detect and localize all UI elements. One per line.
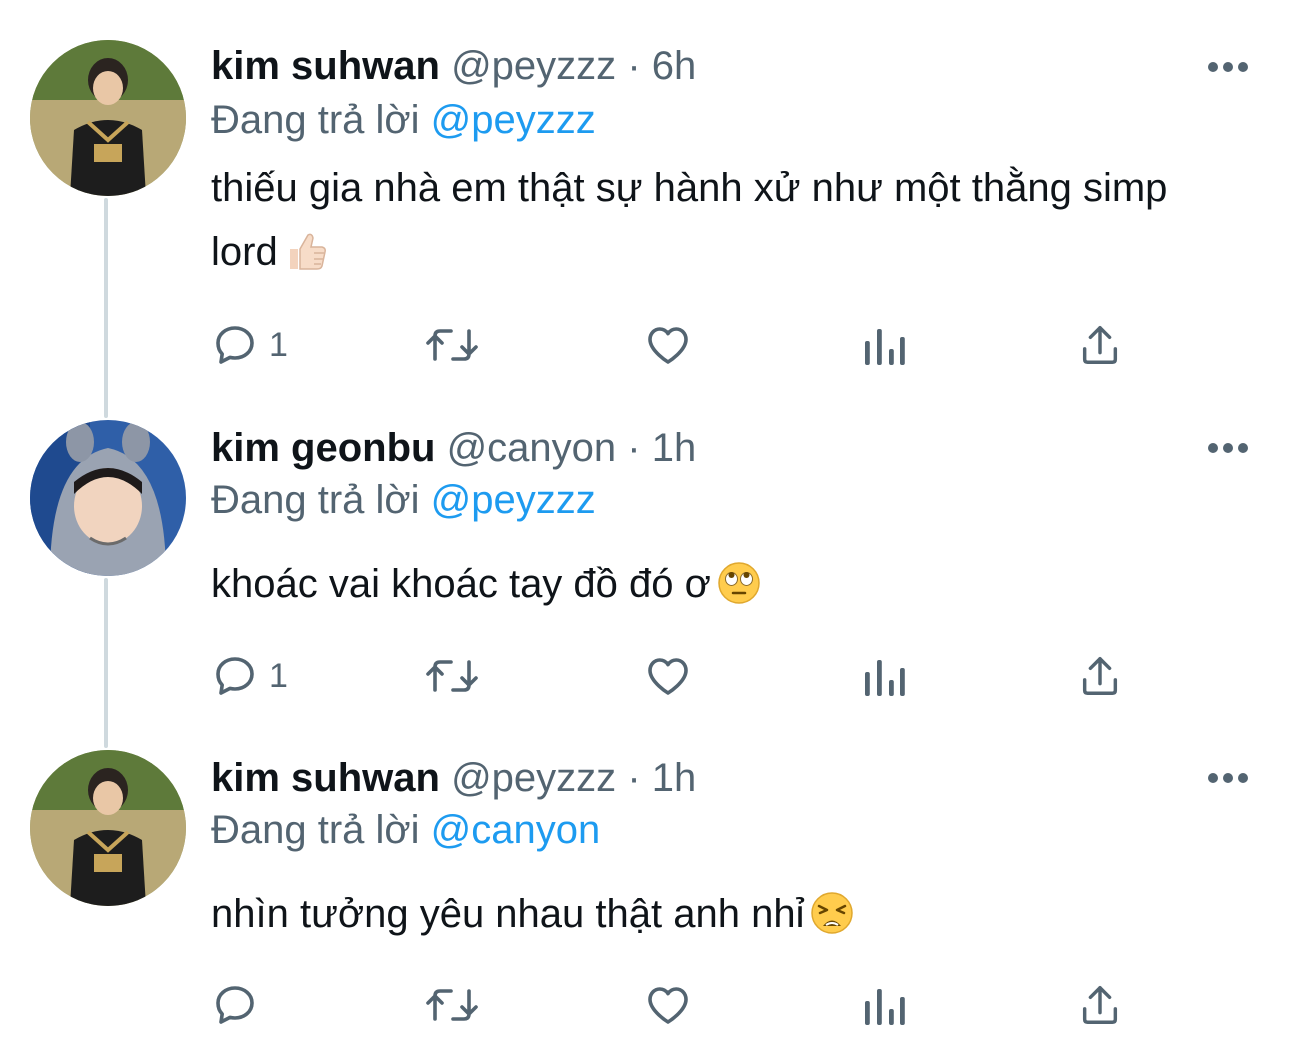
tweet-text-content: khoác vai khoác tay đồ đó ơ: [211, 562, 711, 606]
like-icon: [648, 327, 688, 364]
replying-to: Đang trả lời @peyzzz: [211, 476, 596, 524]
tweet-text: thiếu gia nhà em thật sự hành xử như một…: [211, 156, 1171, 284]
display-name[interactable]: kim suhwan: [211, 44, 440, 88]
like-button[interactable]: [643, 980, 693, 1030]
like-button[interactable]: [643, 320, 693, 370]
display-name[interactable]: kim suhwan: [211, 756, 440, 800]
mention-link[interactable]: @peyzzz: [431, 478, 596, 522]
retweet-icon: [426, 329, 478, 361]
share-button[interactable]: [1077, 651, 1123, 701]
timestamp[interactable]: 1h: [652, 426, 697, 470]
timestamp[interactable]: 6h: [652, 44, 697, 88]
reply-icon: [216, 657, 254, 695]
thread-line: [104, 578, 108, 748]
tweet-actions: [211, 980, 1131, 1030]
tweet-actions: 1: [211, 320, 1131, 370]
views-button[interactable]: [861, 980, 907, 1030]
reply-icon: [216, 986, 254, 1024]
timestamp[interactable]: 1h: [652, 756, 697, 800]
thumbs-up-emoji: [284, 228, 328, 272]
retweet-button[interactable]: [425, 980, 479, 1030]
separator-dot: ·: [627, 44, 641, 88]
reply-button[interactable]: [211, 980, 269, 1030]
views-icon: [865, 660, 905, 696]
avatar[interactable]: [30, 420, 186, 576]
tweet-text-content: thiếu gia nhà em thật sự hành xử như một…: [211, 166, 1168, 274]
views-button[interactable]: [861, 320, 907, 370]
share-icon: [1082, 657, 1118, 695]
share-icon: [1082, 986, 1118, 1024]
separator-dot: ·: [627, 756, 641, 800]
share-button[interactable]: [1077, 980, 1123, 1030]
user-handle[interactable]: @canyon: [447, 426, 617, 470]
reply-icon: [216, 326, 254, 364]
tweet-header: kim geonbu @canyon · 1h: [211, 424, 696, 472]
tweet-text: nhìn tưởng yêu nhau thật anh nhỉ: [211, 882, 1211, 946]
more-icon[interactable]: [1206, 438, 1250, 458]
reply-button[interactable]: 1: [211, 320, 288, 370]
avatar[interactable]: [30, 40, 186, 196]
share-button[interactable]: [1077, 320, 1123, 370]
replying-to-label: Đang trả lời: [211, 478, 420, 522]
retweet-button[interactable]: [425, 320, 479, 370]
views-icon: [865, 989, 905, 1025]
retweet-icon: [426, 660, 478, 692]
replying-to: Đang trả lời @peyzzz: [211, 96, 596, 144]
replying-to-label: Đang trả lời: [211, 808, 420, 852]
reply-count: 1: [269, 657, 288, 695]
reply-count: 1: [269, 326, 288, 364]
tweet-text-content: nhìn tưởng yêu nhau thật anh nhỉ: [211, 892, 805, 936]
user-handle[interactable]: @peyzzz: [451, 44, 616, 88]
more-icon[interactable]: [1206, 768, 1250, 788]
tweet-actions: 1: [211, 651, 1131, 701]
replying-to: Đang trả lời @canyon: [211, 806, 600, 854]
mention-link[interactable]: @canyon: [431, 808, 601, 852]
share-icon: [1082, 326, 1118, 364]
avatar[interactable]: [30, 750, 186, 906]
like-icon: [648, 658, 688, 695]
tweet-header: kim suhwan @peyzzz · 6h: [211, 42, 696, 90]
like-button[interactable]: [643, 651, 693, 701]
replying-to-label: Đang trả lời: [211, 98, 420, 142]
mention-link[interactable]: @peyzzz: [431, 98, 596, 142]
eye-roll-emoji: [717, 560, 761, 605]
separator-dot: ·: [627, 426, 641, 470]
weary-face-emoji: [810, 890, 854, 935]
views-icon: [865, 329, 905, 365]
retweet-icon: [426, 989, 478, 1021]
display-name[interactable]: kim geonbu: [211, 426, 435, 470]
tweet-header: kim suhwan @peyzzz · 1h: [211, 754, 696, 802]
reply-button[interactable]: 1: [211, 651, 288, 701]
like-icon: [648, 987, 688, 1024]
user-handle[interactable]: @peyzzz: [451, 756, 616, 800]
tweet-text: khoác vai khoác tay đồ đó ơ: [211, 552, 1211, 616]
more-icon[interactable]: [1206, 57, 1250, 77]
views-button[interactable]: [861, 651, 907, 701]
retweet-button[interactable]: [425, 651, 479, 701]
thread-line: [104, 198, 108, 418]
